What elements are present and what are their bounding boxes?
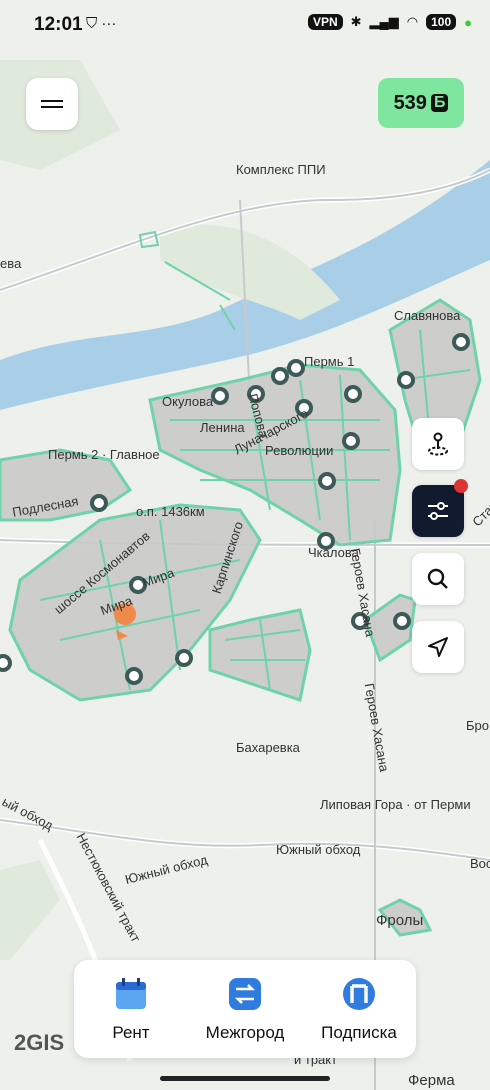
filters-button[interactable] xyxy=(412,479,468,537)
calendar-icon xyxy=(116,978,146,1009)
tab-subscription[interactable]: Подписка xyxy=(304,975,414,1043)
map-label: Липовая Гора · от Перми xyxy=(320,797,471,812)
notification-dot xyxy=(454,479,468,493)
map-label: Вос xyxy=(470,856,490,871)
map-label: о.п. 1436км xyxy=(136,504,205,519)
tab-intercity[interactable]: Межгород xyxy=(190,975,300,1043)
tab-rent[interactable]: Рент xyxy=(76,975,186,1043)
tab-subscription-label: Подписка xyxy=(321,1023,397,1042)
status-time: 12:01 xyxy=(34,14,83,35)
sliders-icon xyxy=(428,502,448,520)
home-indicator[interactable] xyxy=(160,1076,330,1081)
signal-icon: ▂▄▆ xyxy=(369,14,399,29)
menu-button[interactable] xyxy=(26,78,78,130)
map-label: Пермь 2 · Главное xyxy=(48,447,160,462)
charging-dot-icon: ● xyxy=(464,14,472,30)
map-label: Ферма xyxy=(408,1072,455,1089)
status-bar: 12:01 ⛉ ··· VPN ✱ ▂▄▆ ◠ 100 ● xyxy=(0,0,490,50)
map-label: Бро xyxy=(466,718,489,733)
status-icons-right: VPN ✱ ▂▄▆ ◠ 100 ● xyxy=(307,14,472,30)
balance-button[interactable]: 539 Б xyxy=(378,78,464,128)
vpn-badge: VPN xyxy=(307,14,343,30)
status-icons-left: ⛉ ··· xyxy=(86,15,117,32)
map-label: Комплекс ППИ xyxy=(236,162,326,177)
map-label: Пермь 1 xyxy=(304,354,355,369)
map-label: Фролы xyxy=(376,912,424,929)
map-label: Окулова xyxy=(162,394,214,409)
map-label: Южный обход xyxy=(276,842,361,857)
intercity-icon xyxy=(229,978,261,1010)
search-button[interactable] xyxy=(412,553,464,605)
route-button[interactable] xyxy=(412,418,464,470)
map-label: Бахаревка xyxy=(236,740,300,755)
map-label: Славянова xyxy=(394,308,461,323)
route-pin-icon xyxy=(428,432,448,456)
bottom-action-bar: Рент Межгород Подписка xyxy=(74,960,416,1058)
map-label: Революции xyxy=(265,443,334,458)
battery-icon: 100 xyxy=(426,14,457,30)
wifi-icon: ◠ xyxy=(406,14,419,29)
currency-icon: Б xyxy=(430,94,449,112)
my-location-button[interactable] xyxy=(412,621,464,673)
balance-amount: 539 xyxy=(393,91,427,114)
navigation-arrow-icon xyxy=(428,637,448,657)
bluetooth-icon: ✱ xyxy=(350,14,362,29)
map-label: евa xyxy=(0,256,22,271)
search-icon xyxy=(427,568,448,589)
hamburger-icon xyxy=(41,96,63,112)
tab-intercity-label: Межгород xyxy=(205,1023,285,1042)
subscription-icon xyxy=(343,978,375,1010)
map-label: Ленина xyxy=(200,420,245,435)
map-attribution-logo: 2GIS xyxy=(14,1030,65,1055)
tab-rent-label: Рент xyxy=(112,1023,150,1042)
